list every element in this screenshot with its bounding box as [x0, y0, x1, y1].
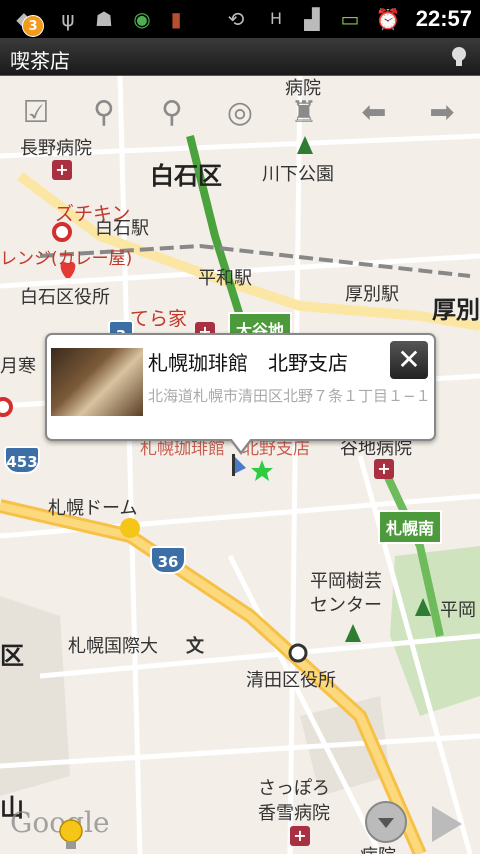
- label-sapporo-minami: 札幌南: [378, 510, 443, 544]
- street-view-icon[interactable]: ♜: [282, 90, 326, 134]
- label-teraya: てら家: [130, 308, 188, 330]
- my-location-icon[interactable]: ◎: [218, 90, 262, 134]
- back-arrow-icon[interactable]: ⬅: [352, 90, 396, 134]
- network-type-icon: H: [269, 9, 283, 28]
- label-tsukisamu: 月寒: [0, 356, 36, 377]
- next-arrow-icon[interactable]: [428, 800, 468, 844]
- alarm-icon: ⏰: [375, 7, 401, 31]
- checklist-icon[interactable]: ☑: [14, 90, 58, 134]
- rotation-icon: ⟲: [227, 7, 245, 31]
- label-nagano-hospital: 長野病院: [20, 138, 92, 159]
- place-popup[interactable]: 札幌珈琲館 北野支店 ✕ 北海道札幌市清田区北野７条１丁目１−１: [45, 333, 436, 455]
- label-sapporo-dome: 札幌ドーム: [48, 498, 138, 519]
- label-curry-shop: レンジ(カレー屋): [0, 249, 133, 269]
- app-icon: ◉: [133, 7, 151, 31]
- label-sapporo-hospital: さっぽろ 香雪病院: [258, 778, 330, 824]
- hospital-icon[interactable]: +: [374, 459, 394, 479]
- route-36-shield: 36: [150, 546, 186, 574]
- route-453-shield: 453: [4, 446, 40, 474]
- label-kawashimo-park: 川下公園: [262, 164, 334, 185]
- status-bar: ◆ 3 ψ ☗ ◉ ▮ ⟲ H ▟ ▭ ⏰ 22:57: [0, 0, 480, 38]
- label-ku: 区: [0, 642, 24, 670]
- map-base: [0, 76, 480, 854]
- label-shiroishi-office: 白石区役所: [20, 287, 110, 308]
- label-hiraoka: 平岡: [440, 600, 476, 621]
- forward-arrow-icon[interactable]: ➡: [420, 90, 464, 134]
- hospital-icon[interactable]: +: [290, 826, 310, 846]
- zoom-out-icon[interactable]: [364, 800, 408, 844]
- place-name[interactable]: 札幌珈琲館 北野支店: [148, 347, 348, 376]
- notification-count-badge: 3: [22, 15, 44, 37]
- map-view[interactable]: 白石区 川下公園 長野病院 病院 白石駅 ズチキン レンジ(カレー屋) 平和駅 …: [0, 76, 480, 854]
- search-tool-icon[interactable]: ⚲: [82, 90, 126, 134]
- label-atsubetsu-station: 厚別駅: [345, 284, 399, 305]
- label-kiyota-office: 清田区役所: [246, 670, 336, 691]
- app2-icon: ▮: [170, 7, 182, 31]
- tip-lightbulb-icon[interactable]: [58, 819, 84, 851]
- search-icon[interactable]: ⚲: [150, 90, 194, 134]
- label-atsubetsu: 厚別: [432, 296, 480, 324]
- label-zuchikin: ズチキン: [55, 203, 131, 225]
- hospital-icon[interactable]: +: [52, 160, 72, 180]
- lightbulb-icon[interactable]: [450, 46, 468, 68]
- status-time: 22:57: [415, 6, 472, 31]
- battery-icon: ▭: [340, 7, 360, 31]
- label-school-symbol: 文: [186, 636, 204, 657]
- title-bar: 喫茶店: [0, 38, 480, 76]
- close-button[interactable]: ✕: [390, 341, 428, 379]
- label-kokusai-univ: 札幌国際大: [68, 636, 158, 657]
- label-shiroishi-ku: 白石区: [150, 162, 222, 190]
- usb-icon: ψ: [61, 7, 75, 31]
- popup-pointer-inner: [231, 438, 251, 451]
- place-photo[interactable]: [51, 348, 143, 416]
- android-debug-icon: ☗: [95, 7, 113, 31]
- label-hiraoka-center: 平岡樹芸 センター: [310, 571, 382, 616]
- place-address: 北海道札幌市清田区北野７条１丁目１−１: [148, 387, 431, 405]
- page-title: 喫茶店: [10, 49, 70, 73]
- label-heiwa-station: 平和駅: [198, 268, 252, 289]
- signal-icon: ▟: [304, 7, 320, 31]
